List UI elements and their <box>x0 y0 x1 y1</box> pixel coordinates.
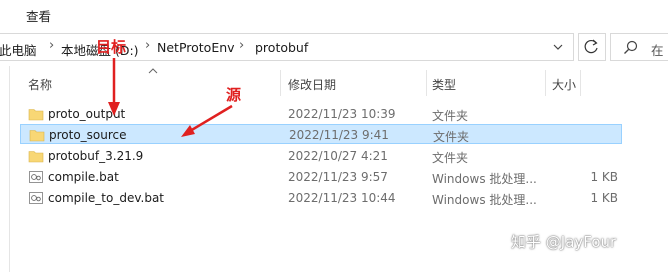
address-bar[interactable]: 此电脑 › 本地磁盘 (D:) › NetProtoEnv › protobuf <box>0 33 574 61</box>
navigation-pane[interactable] <box>0 66 10 272</box>
address-dropdown-icon[interactable] <box>549 37 567 57</box>
column-divider[interactable] <box>426 70 427 96</box>
column-header-name[interactable]: 名称 <box>28 76 52 93</box>
breadcrumb-separator-icon[interactable]: › <box>145 38 150 53</box>
refresh-icon <box>584 39 598 54</box>
breadcrumb-separator-icon[interactable]: › <box>239 38 244 53</box>
file-size: 1 KB <box>590 191 618 205</box>
column-header-type[interactable]: 类型 <box>432 76 456 93</box>
file-type: 文件夹 <box>432 151 469 165</box>
search-icon <box>624 40 638 54</box>
refresh-button[interactable] <box>578 33 606 61</box>
breadcrumb-netprotoenv[interactable]: NetProtoEnv <box>157 40 235 55</box>
file-date: 2022/11/23 10:39 <box>288 107 396 121</box>
file-size: 1 KB <box>590 170 618 184</box>
folder-icon <box>28 151 44 163</box>
file-row-compile-to-dev-bat[interactable]: compile_to_dev.bat 2022/11/23 10:44 Wind… <box>20 188 622 208</box>
batch-file-icon <box>29 192 43 204</box>
folder-icon <box>28 109 44 121</box>
watermark: 知乎 @JayFour <box>511 233 617 251</box>
search-placeholder: 在 <box>651 43 664 58</box>
file-row-protobuf[interactable]: protobuf_3.21.9 2022/10/27 4:21 文件夹 <box>20 146 622 166</box>
file-name: proto_output <box>48 107 126 121</box>
breadcrumb-protobuf[interactable]: protobuf <box>255 40 308 55</box>
tab-view[interactable]: 查看 <box>26 6 51 25</box>
file-type: 文件夹 <box>432 109 469 123</box>
file-date: 2022/11/23 10:44 <box>288 191 396 205</box>
column-divider[interactable] <box>545 70 546 96</box>
ribbon: 查看 <box>0 0 668 28</box>
file-type: Windows 批处理... <box>432 172 537 186</box>
file-type: Windows 批处理... <box>432 193 537 207</box>
file-name: compile.bat <box>48 170 119 184</box>
annotation-target-label: 目标 <box>96 38 127 56</box>
file-row-proto-output[interactable]: proto_output 2022/11/23 10:39 文件夹 <box>20 104 622 124</box>
file-name: protobuf_3.21.9 <box>48 149 144 163</box>
file-date: 2022/11/23 9:57 <box>288 170 388 184</box>
file-date: 2022/10/27 4:21 <box>288 149 388 163</box>
batch-file-icon <box>29 171 43 183</box>
file-name: compile_to_dev.bat <box>48 191 165 205</box>
breadcrumb-this-pc[interactable]: 此电脑 <box>0 40 37 59</box>
file-type: 文件夹 <box>433 130 470 144</box>
column-header-date[interactable]: 修改日期 <box>288 76 336 93</box>
folder-icon <box>29 130 45 142</box>
column-header-size[interactable]: 大小 <box>552 76 576 93</box>
search-input[interactable]: 在 <box>610 33 668 61</box>
column-divider[interactable] <box>580 70 581 96</box>
file-date: 2022/11/23 9:41 <box>289 128 389 142</box>
file-name: proto_source <box>49 128 127 142</box>
breadcrumb-separator-icon[interactable]: › <box>49 38 54 53</box>
file-row-compile-bat[interactable]: compile.bat 2022/11/23 9:57 Windows 批处理.… <box>20 167 622 187</box>
file-row-proto-source[interactable]: proto_source 2022/11/23 9:41 文件夹 <box>20 124 622 144</box>
annotation-source-label: 源 <box>226 86 242 104</box>
sort-ascending-icon <box>148 68 158 74</box>
column-divider[interactable] <box>280 70 281 96</box>
